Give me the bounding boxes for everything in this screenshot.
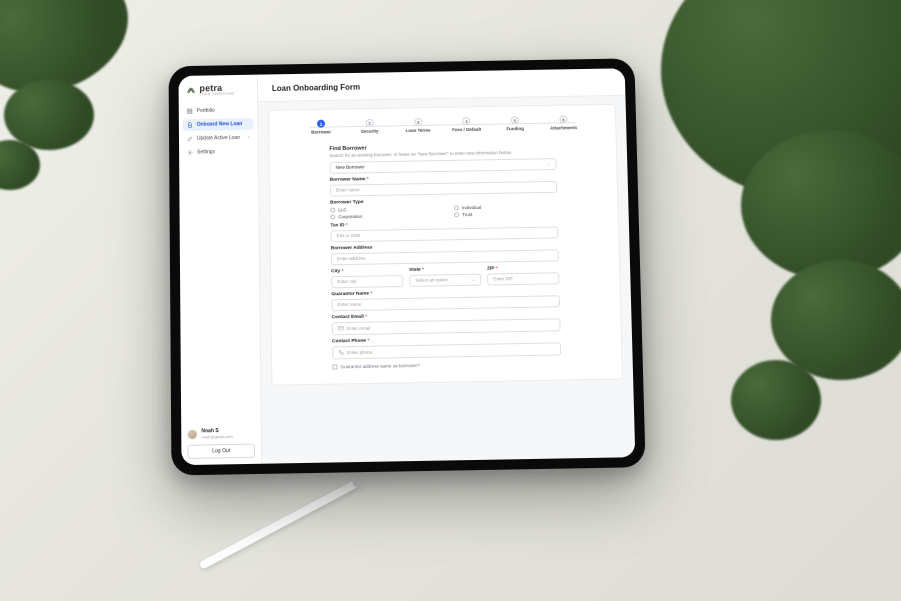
radio-individual[interactable]: Individual xyxy=(454,203,558,210)
sidebar-item-onboard-loan[interactable]: Onboard New Loan xyxy=(183,118,254,131)
find-borrower-select[interactable]: New Borrower ⌄ xyxy=(330,158,557,174)
sidebar-item-label: Onboard New Loan xyxy=(197,121,243,128)
form-card: 1 Borrower 2 Security 3 Loan Terms 4 xyxy=(268,104,623,386)
main-pane: Loan Onboarding Form 1 Borrower 2 Securi… xyxy=(258,68,635,463)
borrower-type-radios: LLC Individual Corporation Trust xyxy=(330,203,558,219)
checkbox-icon xyxy=(332,364,337,369)
taxid-input[interactable]: EIN or SSN xyxy=(330,226,558,242)
step-attachments[interactable]: 6 Attachments xyxy=(541,115,585,131)
chevron-right-icon: › xyxy=(248,135,250,141)
user-block[interactable]: Noah S noah@gmail.com xyxy=(181,423,261,443)
document-plus-icon xyxy=(187,122,193,128)
sidebar-item-portfolio[interactable]: Portfolio xyxy=(183,104,254,117)
sidebar: petra LOAN SERVICING Portfolio Onboard N… xyxy=(179,75,263,466)
step-security[interactable]: 2 Security xyxy=(348,119,392,135)
avatar xyxy=(187,429,197,439)
sidebar-item-update-loan[interactable]: Update Active Loan › xyxy=(183,132,254,145)
chevron-down-icon: ⌄ xyxy=(547,161,551,167)
grid-icon xyxy=(187,108,193,114)
step-fees-default[interactable]: 4 Fees / Default xyxy=(445,117,489,133)
city-label: City * xyxy=(331,268,403,274)
sidebar-item-settings[interactable]: Settings xyxy=(183,146,254,159)
mail-icon xyxy=(338,325,344,331)
gear-icon xyxy=(187,150,193,156)
user-email: noah@gmail.com xyxy=(201,434,232,440)
step-funding[interactable]: 5 Funding xyxy=(493,116,537,132)
borrower-address-input[interactable]: Enter address xyxy=(331,249,559,265)
brand-tagline: LOAN SERVICING xyxy=(199,92,234,97)
phone-icon xyxy=(338,350,344,356)
zip-label: ZIP * xyxy=(487,265,559,271)
sidebar-item-label: Update Active Loan xyxy=(197,135,240,142)
borrower-name-input[interactable]: Enter name xyxy=(330,181,557,197)
radio-trust[interactable]: Trust xyxy=(454,210,558,217)
app-screen: petra LOAN SERVICING Portfolio Onboard N… xyxy=(179,68,636,465)
state-select[interactable]: Select an option⌄ xyxy=(409,273,481,286)
sidebar-item-label: Portfolio xyxy=(197,108,215,114)
contact-email-input[interactable]: Enter email xyxy=(332,318,561,335)
radio-corporation[interactable]: Corporation xyxy=(330,213,434,220)
state-label: State * xyxy=(409,267,481,273)
brand-logo: petra LOAN SERVICING xyxy=(179,75,258,103)
sidebar-nav: Portfolio Onboard New Loan Update Active… xyxy=(179,101,258,162)
brand-mark-icon xyxy=(186,85,197,96)
same-address-checkbox[interactable]: Guarantor address same as borrower? xyxy=(332,360,561,369)
radio-llc[interactable]: LLC xyxy=(330,206,434,213)
guarantor-name-input[interactable]: Enter name xyxy=(331,295,560,311)
form-scroll-area[interactable]: 1 Borrower 2 Security 3 Loan Terms 4 xyxy=(258,96,635,464)
pencil-icon xyxy=(187,136,193,142)
contact-phone-input[interactable]: Enter phone xyxy=(332,342,561,359)
sidebar-item-label: Settings xyxy=(197,149,215,155)
step-borrower[interactable]: 1 Borrower xyxy=(299,119,343,135)
zip-input[interactable]: Enter ZIP xyxy=(487,272,559,285)
tablet-device: petra LOAN SERVICING Portfolio Onboard N… xyxy=(169,58,646,475)
step-loan-terms[interactable]: 3 Loan Terms xyxy=(396,118,440,134)
logout-button[interactable]: Log Out xyxy=(187,444,255,459)
chevron-down-icon: ⌄ xyxy=(471,277,475,283)
select-value: New Borrower xyxy=(336,165,365,170)
city-input[interactable]: Enter city xyxy=(331,275,403,288)
form-body: Find Borrower Search for an existing bor… xyxy=(270,135,622,370)
